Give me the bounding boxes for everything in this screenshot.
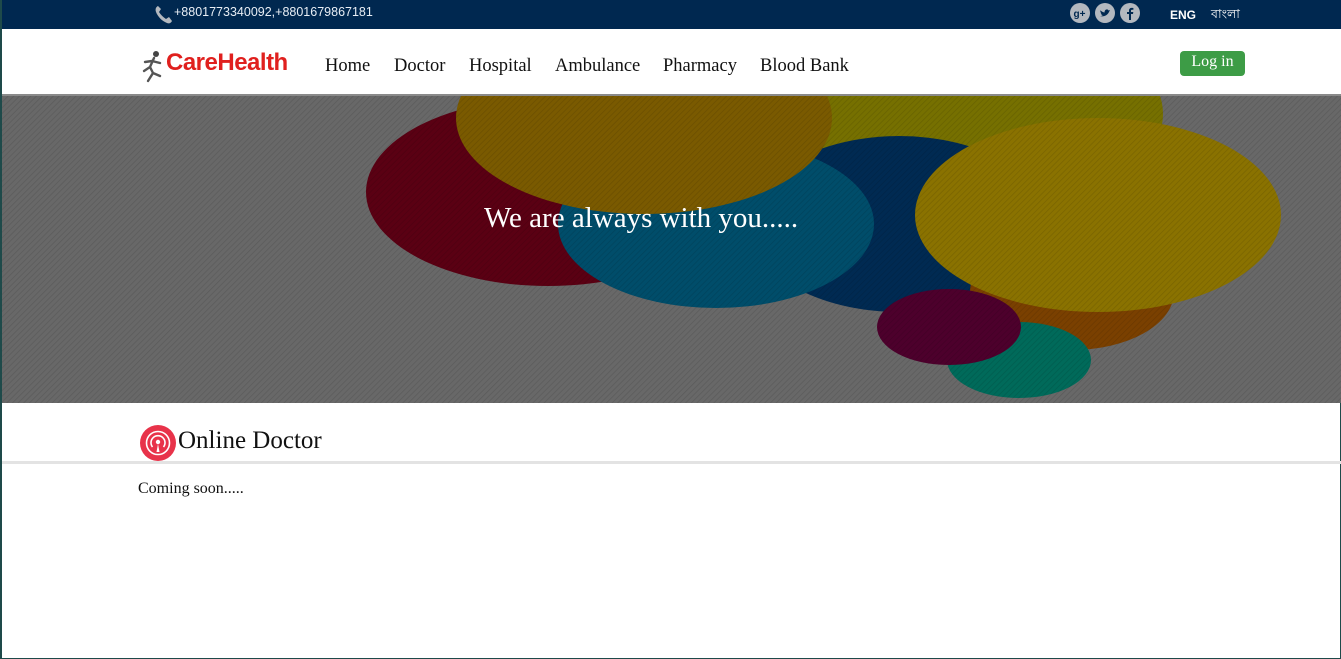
hero-tagline: We are always with you.....	[484, 202, 799, 234]
top-bar: +8801773340092,+8801679867181 g+ ENG বাং…	[2, 0, 1341, 29]
section-divider	[2, 461, 1341, 464]
twitter-icon[interactable]	[1095, 3, 1115, 23]
google-plus-icon[interactable]: g+	[1070, 3, 1090, 23]
nav-doctor[interactable]: Doctor	[394, 56, 445, 77]
nav-pharmacy[interactable]: Pharmacy	[663, 56, 737, 77]
nav-blood-bank[interactable]: Blood Bank	[760, 56, 849, 77]
section-title: Online Doctor	[178, 427, 322, 454]
hero-bubbles-graphic	[2, 96, 1341, 403]
phone-numbers: +8801773340092,+8801679867181	[174, 5, 373, 19]
nav-ambulance[interactable]: Ambulance	[555, 56, 640, 77]
phone-icon	[153, 3, 175, 25]
language-english[interactable]: ENG	[1170, 8, 1196, 22]
language-bangla[interactable]: বাংলা	[1211, 6, 1240, 26]
hero-banner: We are always with you.....	[2, 96, 1341, 403]
facebook-icon[interactable]	[1120, 3, 1140, 23]
coming-soon-text: Coming soon.....	[138, 480, 244, 497]
runner-icon	[142, 51, 162, 83]
nav-home[interactable]: Home	[325, 56, 370, 77]
broadcast-icon	[140, 425, 176, 461]
main-navbar: CareHealth Home Doctor Hospital Ambulanc…	[2, 29, 1341, 96]
svg-text:g+: g+	[1074, 9, 1086, 20]
login-button[interactable]: Log in	[1180, 51, 1245, 76]
brand-name: CareHealth	[166, 49, 288, 76]
nav-hospital[interactable]: Hospital	[469, 56, 532, 77]
